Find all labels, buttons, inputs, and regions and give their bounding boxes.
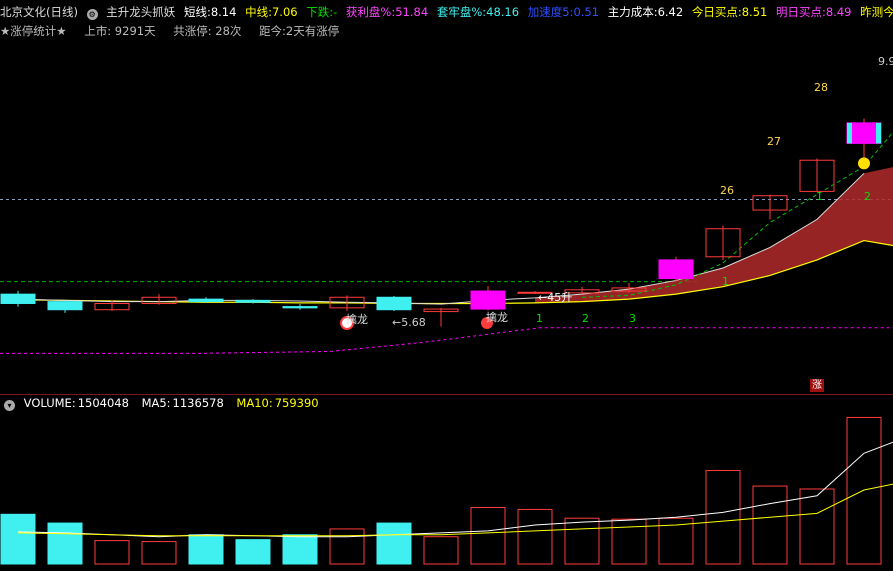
volume-bar [282,534,318,565]
volume-bar [376,522,412,565]
top-price-marker: 9.9 [878,55,893,68]
ma10-label: MA10: 759390 [236,396,319,410]
price-chart[interactable] [0,0,893,571]
volume-bar [188,534,224,565]
volume-label: VOLUME: 1504048 [23,396,129,410]
volume-bar [0,513,36,565]
volume-bar [235,539,271,565]
limit-edge-left [847,122,852,144]
wave-2: 2 [582,312,589,325]
volume-bar [564,517,600,565]
cost-line [0,327,893,354]
dragon-label-1: 擒龙 [346,313,368,326]
volume-bar [329,528,365,565]
wave-3: 3 [629,312,636,325]
volume-bar [141,541,177,565]
volume-bar [94,540,130,565]
volume-bar [470,506,506,565]
limit-up-badge: 涨 [810,379,824,392]
volume-ma10-line [17,483,893,537]
candle-body [282,306,318,309]
dragon-label-2: 擒龙 [486,311,508,324]
short-line [17,172,865,305]
buy-point-dot [858,157,870,170]
candle-body [658,259,694,280]
volume-header: ▾ VOLUME: 1504048 MA5: 1136578 MA10: 759390 [4,396,893,411]
limit-count-28: 28 [814,81,828,94]
pane-separator [0,394,893,395]
volume-bar [846,416,882,565]
wave-4: 1 [722,275,729,288]
volume-bar [705,469,741,565]
volume-bar [423,536,459,565]
volume-ma5-line [17,441,893,538]
low-price-marker: ←5.68 [392,316,426,329]
wave-6: 2 [864,190,871,203]
candle-body [47,301,83,311]
limit-count-27: 27 [767,135,781,148]
candle-body [376,296,412,311]
candle-body [0,293,36,304]
volume-layer [0,416,893,565]
wave-5: 1 [816,190,823,203]
candle-body [846,122,882,144]
wave-1: 1 [536,312,543,325]
volume-bar [517,508,553,565]
volume-bar [752,485,788,565]
candle-body [188,298,224,303]
volume-settings-icon[interactable]: ▾ [4,400,15,411]
volume-bar [47,522,83,565]
limit-count-26: 26 [720,184,734,197]
limit-edge-right [876,122,881,144]
candle-body [235,299,271,303]
candle-body [470,290,506,310]
count-marker: ←45升 [538,291,573,304]
price-layer [0,118,893,354]
ma5-label: MA5: 1136578 [141,396,224,410]
volume-bar [799,488,835,565]
volume-bar [611,518,647,565]
trend-band [535,167,893,303]
